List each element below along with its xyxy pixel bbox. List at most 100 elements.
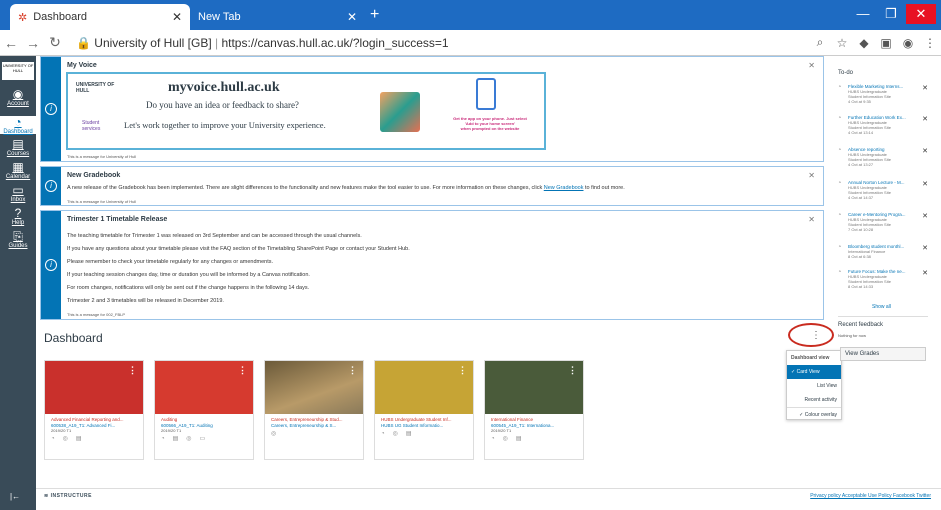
assignment-icon[interactable]: ▤	[173, 436, 187, 442]
card-title[interactable]: International Finance	[485, 414, 583, 422]
assignment-icon[interactable]: ▤	[76, 436, 90, 442]
nav-guides[interactable]: ⎘ Guides	[0, 230, 36, 250]
card-title[interactable]: Auditing	[155, 414, 253, 422]
info-icon: i	[45, 180, 57, 192]
nav-help[interactable]: ? Help	[0, 207, 36, 227]
browser-menu-icon[interactable]: ⋮	[919, 36, 941, 50]
extension-icon[interactable]: ▣	[875, 36, 897, 50]
card-options-icon[interactable]: ⋮	[238, 365, 247, 376]
course-card[interactable]: ⋮ International Finance 600545_A19_T1: I…	[484, 360, 584, 460]
todo-item[interactable]: ◔ Absence reporting HUBS Undergraduate Stud…	[838, 147, 930, 167]
profile-icon[interactable]: ◉	[897, 36, 919, 50]
dismiss-icon[interactable]: ✕	[922, 244, 928, 252]
university-logo[interactable]: UNIVERSITY OF HULL	[2, 62, 34, 80]
card-title[interactable]: Advanced Financial Reporting and...	[45, 414, 143, 422]
footer-links[interactable]: Privacy policy Acceptable Use Policy Fac…	[810, 493, 931, 499]
discussion-icon[interactable]: ◎	[63, 436, 76, 442]
course-card[interactable]: ⋮ Careers, Entrepreneurship & Stud... Ca…	[264, 360, 364, 460]
menu-item-card-view[interactable]: ✓ Card View	[787, 365, 841, 379]
todo-date: 4 Oct at 13:14	[848, 130, 874, 135]
restore-icon[interactable]: ❐	[878, 4, 904, 24]
back-icon[interactable]: ←	[0, 35, 22, 51]
menu-item-recent-activity[interactable]: Recent activity	[787, 393, 841, 407]
announcement-icon[interactable]: ◔	[491, 436, 503, 442]
course-card[interactable]: ⋮ Advanced Financial Reporting and... 60…	[44, 360, 144, 460]
nav-account[interactable]: ◉ Account	[0, 88, 36, 108]
todo-item[interactable]: ◔ Future Focus: Make the ne... HUBS Underg…	[838, 269, 930, 289]
todo-item[interactable]: ◔ Bloomberg student monthl... Internationa…	[838, 244, 930, 259]
card-title[interactable]: Careers, Entrepreneurship & Stud...	[265, 414, 363, 422]
announcement-icon[interactable]: ◔	[161, 436, 173, 442]
instructure-logo[interactable]: ≋ INSTRUCTURE	[44, 493, 92, 499]
todo-item[interactable]: ◔ Annual Norton Lecture - M... HUBS Underg…	[838, 180, 930, 200]
nav-dashboard[interactable]: ◔ Dashboard	[0, 116, 36, 135]
dismiss-icon[interactable]: ✕	[922, 115, 928, 123]
dismiss-icon[interactable]: ✕	[922, 180, 928, 188]
new-gradebook-link[interactable]: New Gradebook	[544, 185, 584, 191]
card-hero[interactable]: ⋮	[155, 361, 253, 414]
close-tab-icon[interactable]: ✕	[347, 10, 357, 24]
card-options-icon[interactable]: ⋮	[458, 365, 467, 376]
bookmark-star-icon[interactable]: ☆	[831, 36, 853, 50]
nav-courses[interactable]: ▤ Courses	[0, 138, 36, 158]
extension-icon[interactable]: ◆	[853, 36, 875, 50]
url-text: https://canvas.hull.ac.uk/?login_success…	[221, 35, 449, 50]
nav-label: Account	[7, 101, 29, 107]
info-icon: i	[45, 259, 57, 271]
announcement-footer: This is a message for University of Hull	[67, 199, 137, 204]
todo-item[interactable]: ◔ Flexible Marketing Interns... HUBS Under…	[838, 84, 930, 104]
dismiss-icon[interactable]: ✕	[808, 61, 815, 70]
minimize-icon[interactable]: —	[850, 4, 876, 24]
discussion-icon[interactable]: ◎	[186, 436, 199, 442]
assignment-icon[interactable]: ▤	[516, 436, 530, 442]
discussion-icon[interactable]: ◎	[393, 431, 406, 437]
dismiss-icon[interactable]: ✕	[808, 171, 815, 180]
forward-icon[interactable]: →	[22, 35, 44, 51]
show-all-link[interactable]: Show all	[872, 304, 891, 310]
banner-line2: Let's work together to improve your Univ…	[124, 120, 326, 130]
card-hero[interactable]: ⋮	[265, 361, 363, 414]
url-field[interactable]: 🔒 University of Hull [GB] | https://canv…	[76, 36, 809, 50]
card-hero[interactable]: ⋮	[45, 361, 143, 414]
nav-calendar[interactable]: ▦ Calendar	[0, 161, 36, 181]
new-tab-button[interactable]: +	[370, 6, 379, 24]
card-hero[interactable]: ⋮	[485, 361, 583, 414]
todo-date: 8 Oct at 6:38	[848, 254, 871, 259]
dismiss-icon[interactable]: ✕	[922, 212, 928, 220]
close-tab-icon[interactable]: ✕	[172, 10, 182, 24]
announcement-timetable: i Trimester 1 Timetable Release ✕ The te…	[40, 210, 824, 320]
dismiss-icon[interactable]: ✕	[922, 269, 928, 277]
nav-inbox[interactable]: ▭ Inbox	[0, 184, 36, 204]
dismiss-icon[interactable]: ✕	[922, 147, 928, 155]
menu-label: List View	[817, 383, 837, 389]
discussion-icon[interactable]: ◎	[503, 436, 516, 442]
assignment-icon[interactable]: ▤	[406, 431, 420, 437]
card-options-icon[interactable]: ⋮	[568, 365, 577, 376]
menu-item-list-view[interactable]: List View	[787, 379, 841, 393]
announcement-footer: This is a message for 002_FBLP	[67, 312, 126, 317]
collapse-nav-icon[interactable]: |←	[10, 492, 20, 501]
dismiss-icon[interactable]: ✕	[808, 215, 815, 224]
card-title[interactable]: HUBS Undergraduate Student Inf...	[375, 414, 473, 422]
close-window-icon[interactable]: ✕	[906, 4, 936, 24]
announcement-icon[interactable]: ◔	[51, 436, 63, 442]
card-options-icon[interactable]: ⋮	[348, 365, 357, 376]
reload-icon[interactable]: ↻	[44, 34, 66, 51]
view-grades-button[interactable]: View Grades	[840, 347, 926, 361]
todo-item[interactable]: ◔ Further Education Work Ex... HUBS Underg…	[838, 115, 930, 135]
announcement-title: New Gradebook	[67, 172, 121, 179]
dismiss-icon[interactable]: ✕	[922, 84, 928, 92]
card-options-icon[interactable]: ⋮	[128, 365, 137, 376]
menu-item-colour-overlay[interactable]: ✓ Colour overlay	[787, 407, 841, 422]
folder-icon[interactable]: ▭	[200, 436, 214, 442]
todo-item[interactable]: ◔ Career e-Mentoring Progra... HUBS Underg…	[838, 212, 930, 232]
zoom-icon[interactable]: ⌕	[809, 35, 831, 50]
discussion-icon[interactable]: ◎	[271, 431, 284, 437]
card-hero[interactable]: ⋮	[375, 361, 473, 414]
tab-new-tab[interactable]: New Tab ✕	[190, 4, 365, 30]
course-card[interactable]: ⋮ HUBS Undergraduate Student Inf... HUBS…	[374, 360, 474, 460]
announcement-icon[interactable]: ◔	[381, 431, 393, 437]
logo-text: UNIVERSITY OF HULL	[2, 63, 34, 73]
tab-dashboard[interactable]: ✲ Dashboard ✕	[10, 4, 190, 30]
course-card[interactable]: ⋮ Auditing 600566_A19_T1: Auditing 2019/…	[154, 360, 254, 460]
